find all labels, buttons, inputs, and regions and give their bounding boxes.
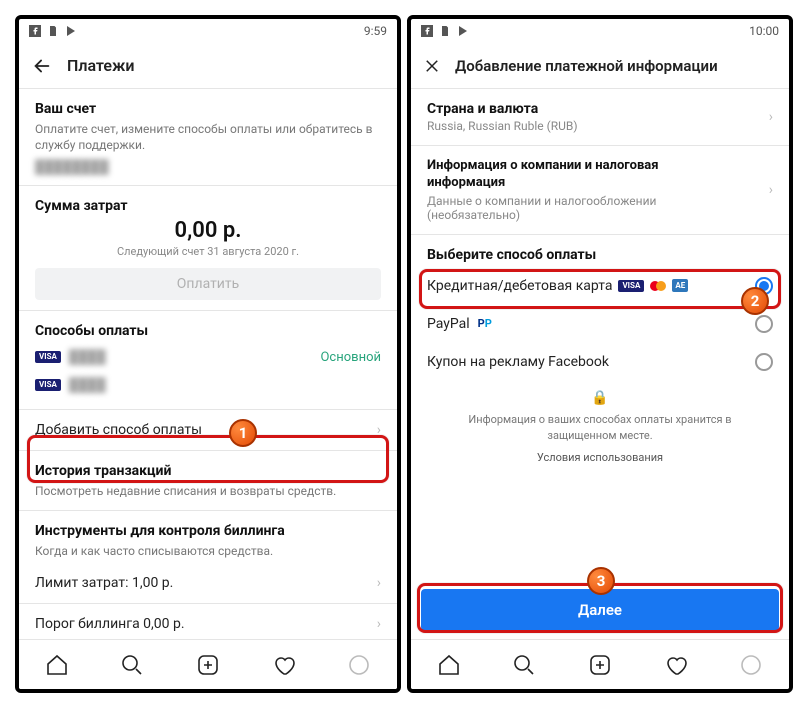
secure-info-text: Информация о ваших способах оплаты храни… — [441, 412, 759, 443]
new-post-icon[interactable] — [588, 653, 612, 677]
close-icon[interactable] — [423, 57, 441, 75]
status-bar: 9:59 — [19, 19, 397, 43]
radio-icon — [755, 353, 773, 371]
amex-icon: AE — [672, 279, 688, 292]
app-bar: Платежи — [19, 43, 397, 89]
chevron-right-icon: › — [769, 109, 773, 125]
option-credit-card[interactable]: Кредитная/дебетовая карта VISA AE — [411, 267, 789, 305]
visa-icon: VISA — [618, 280, 644, 292]
visa-icon: VISA — [35, 351, 61, 363]
account-id-masked: ████████ — [35, 159, 381, 175]
radio-selected-icon — [755, 277, 773, 295]
pay-button[interactable]: Оплатить — [35, 268, 381, 300]
billing-threshold-row[interactable]: Порог биллинга 0,00 р. › — [19, 604, 397, 644]
business-info-row[interactable]: Информация о компании и налоговая информ… — [411, 146, 789, 235]
bottom-tab-bar — [19, 639, 397, 689]
country-currency-row[interactable]: Страна и валюта Russia, Russian Ruble (R… — [411, 89, 789, 146]
profile-icon[interactable] — [739, 653, 763, 677]
history-desc: Посмотреть недавние списания и возвраты … — [35, 483, 381, 499]
spend-heading: Сумма затрат — [35, 198, 381, 214]
home-icon[interactable] — [45, 653, 69, 677]
chevron-right-icon: › — [769, 182, 773, 198]
payment-method-row[interactable]: VISA████ — [35, 371, 381, 399]
play-store-icon — [65, 25, 77, 37]
page-title: Добавление платежной информации — [455, 57, 718, 75]
chevron-right-icon: › — [377, 575, 381, 591]
mastercard-icon — [650, 281, 666, 291]
heart-icon[interactable] — [272, 653, 296, 677]
option-facebook-coupon[interactable]: Купон на рекламу Facebook — [411, 343, 789, 381]
search-icon[interactable] — [512, 653, 536, 677]
back-arrow-icon[interactable] — [31, 55, 53, 77]
radio-icon — [755, 315, 773, 333]
search-icon[interactable] — [120, 653, 144, 677]
heart-icon[interactable] — [664, 653, 688, 677]
facebook-icon — [421, 25, 433, 37]
chevron-right-icon: › — [377, 422, 381, 438]
history-heading: История транзакций — [35, 463, 381, 479]
play-store-icon — [457, 25, 469, 37]
visa-icon: VISA — [35, 379, 61, 391]
clock: 9:59 — [364, 24, 387, 38]
app-bar: Добавление платежной информации — [411, 43, 789, 89]
page-title: Платежи — [67, 56, 135, 75]
account-heading: Ваш счет — [35, 101, 381, 117]
account-desc: Оплатите счет, измените способы оплаты и… — [35, 121, 381, 153]
terms-link[interactable]: Условия использования — [411, 451, 789, 470]
chevron-right-icon: › — [377, 616, 381, 632]
spend-limit-row[interactable]: Лимит затрат: 1,00 р. › — [19, 563, 397, 604]
paypal-icon: PP — [478, 317, 492, 330]
profile-icon[interactable] — [347, 653, 371, 677]
bottom-tab-bar — [411, 639, 789, 689]
primary-badge: Основной — [320, 350, 381, 365]
next-bill: Следующий счет 31 августа 2020 г. — [35, 245, 381, 258]
payment-methods-heading: Способы оплаты — [35, 323, 381, 339]
clock: 10:00 — [749, 24, 779, 38]
billing-tools-heading: Инструменты для контроля биллинга — [35, 523, 381, 539]
option-paypal[interactable]: PayPal PP — [411, 305, 789, 343]
choose-method-heading: Выберите способ оплаты — [427, 247, 773, 263]
sdcard-icon — [47, 25, 59, 37]
billing-tools-desc: Когда и как часто списываются средства. — [35, 543, 381, 559]
home-icon[interactable] — [437, 653, 461, 677]
payment-method-row[interactable]: VISA████ Основной — [35, 343, 381, 371]
status-bar: 10:00 — [411, 19, 789, 43]
new-post-icon[interactable] — [196, 653, 220, 677]
add-payment-method-button[interactable]: Добавить способ оплаты › — [19, 410, 397, 451]
next-button[interactable]: Далее — [421, 589, 779, 631]
sdcard-icon — [439, 25, 451, 37]
facebook-icon — [29, 25, 41, 37]
lock-icon: 🔒 — [441, 389, 759, 409]
spend-amount: 0,00 р. — [35, 218, 381, 243]
